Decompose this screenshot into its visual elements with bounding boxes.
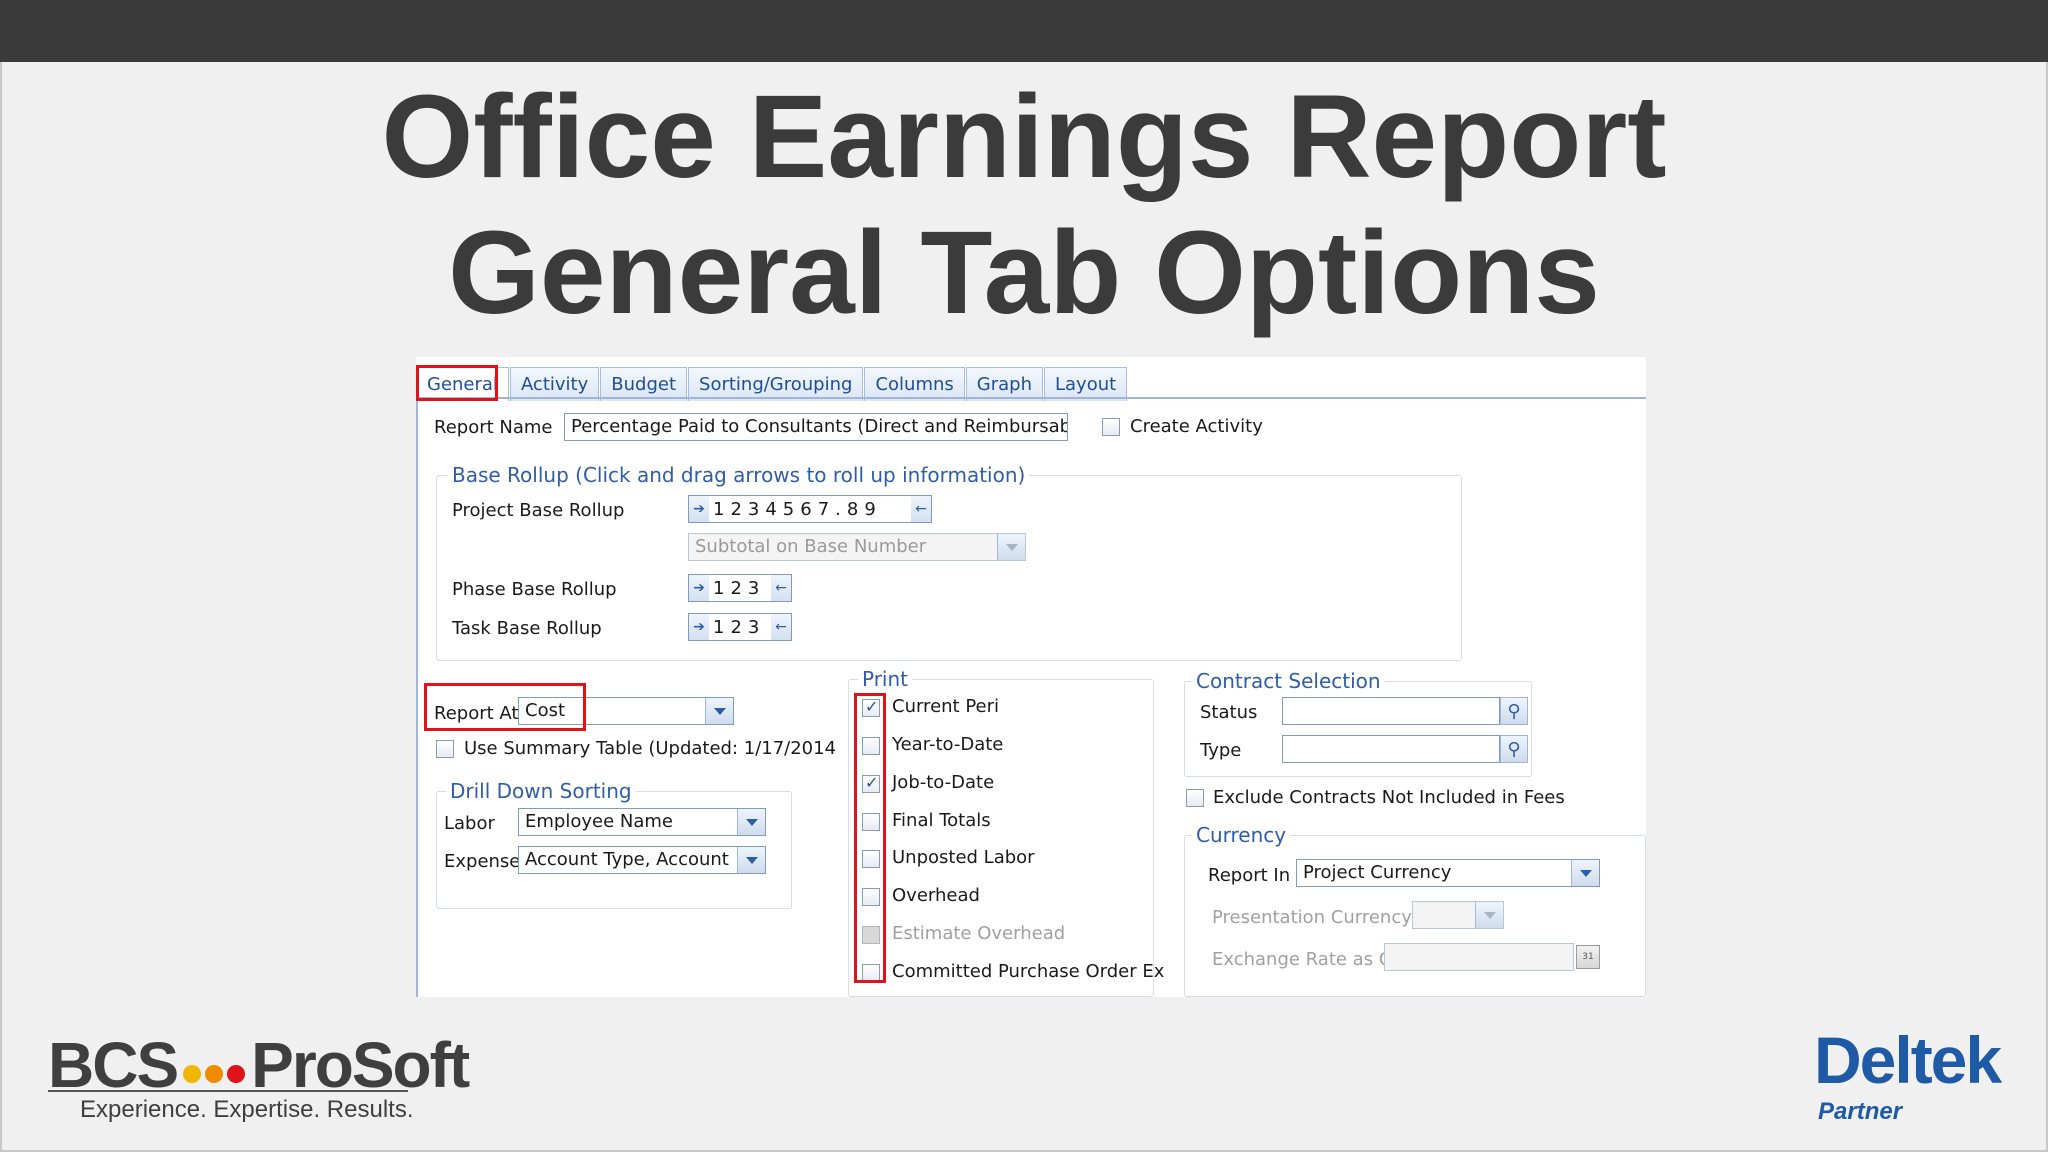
chevron-down-icon[interactable] <box>737 847 765 873</box>
report-name-input[interactable]: Percentage Paid to Consultants (Direct a… <box>564 413 1068 441</box>
subtotal-base-number-text: Subtotal on Base Number <box>695 536 927 557</box>
rollup-right-arrow-icon[interactable]: ← <box>911 496 931 522</box>
contract-status-input[interactable] <box>1282 697 1500 725</box>
exchange-rate-label: Exchange Rate as Of <box>1212 949 1400 970</box>
subtotal-base-number-select: Subtotal on Base Number <box>688 533 1026 561</box>
contract-type-label: Type <box>1200 740 1242 761</box>
print-unposted-labor-label: Unposted Labor <box>892 847 1035 868</box>
tab-budget[interactable]: Budget <box>600 367 688 401</box>
chevron-down-icon[interactable] <box>705 698 733 724</box>
print-group <box>848 679 1154 997</box>
use-summary-table-checkbox[interactable] <box>436 740 454 758</box>
labor-label: Labor <box>444 813 495 834</box>
chevron-down-icon <box>997 534 1025 560</box>
expense-value: Account Type, Account <box>525 849 729 870</box>
tab-graph[interactable]: Graph <box>965 367 1043 401</box>
print-title: Print <box>858 667 913 691</box>
print-estimate-overhead-label: Estimate Overhead <box>892 923 1066 944</box>
rollup-right-arrow-icon[interactable]: ← <box>771 575 791 601</box>
logo-dot-yellow <box>183 1065 202 1083</box>
report-options-dialog: General Activity Budget Sorting/Grouping… <box>416 357 1646 997</box>
logo-dot-red <box>227 1065 246 1083</box>
phase-base-rollup-label: Phase Base Rollup <box>452 579 617 600</box>
print-current-period-label: Current Peri <box>892 696 1000 717</box>
top-bar <box>0 0 2048 62</box>
project-rollup-digits: 1234567.89 <box>713 498 882 520</box>
tab-layout[interactable]: Layout <box>1043 367 1128 401</box>
bcs-tagline: Experience. Expertise. Results. <box>80 1096 414 1123</box>
tab-activity[interactable]: Activity <box>509 367 600 401</box>
rollup-left-arrow-icon[interactable]: ➔ <box>689 496 709 522</box>
exclude-contracts-label: Exclude Contracts Not Included in Fees <box>1213 787 1565 808</box>
print-committed-po-label: Committed Purchase Order Ex <box>892 961 1165 982</box>
use-summary-table-label: Use Summary Table (Updated: 1/17/2014 <box>464 738 837 759</box>
exclude-contracts-checkbox[interactable] <box>1186 789 1204 807</box>
report-in-select[interactable]: Project Currency <box>1296 859 1600 887</box>
task-base-rollup-control[interactable]: ➔ 123 ← <box>688 613 792 641</box>
chevron-down-icon[interactable] <box>1571 860 1599 886</box>
bcs-logo-dots <box>183 1065 246 1083</box>
rollup-left-arrow-icon[interactable]: ➔ <box>689 614 709 640</box>
contract-selection-title: Contract Selection <box>1192 669 1385 693</box>
panel-left-border <box>416 399 418 997</box>
presentation-currency-select <box>1412 901 1504 929</box>
report-in-label: Report In <box>1208 865 1291 886</box>
logo-dot-orange <box>205 1065 224 1083</box>
task-rollup-digits: 123 <box>713 616 766 638</box>
create-activity-label: Create Activity <box>1130 416 1263 437</box>
rollup-left-arrow-icon[interactable]: ➔ <box>689 575 709 601</box>
task-base-rollup-label: Task Base Rollup <box>452 618 602 639</box>
project-base-rollup-label: Project Base Rollup <box>452 500 625 521</box>
print-final-totals-label: Final Totals <box>892 810 991 831</box>
tab-divider <box>416 397 1646 399</box>
print-job-to-date-label: Job-to-Date <box>892 772 995 793</box>
slide-title-line-1: Office Earnings Report <box>381 71 1667 203</box>
currency-title: Currency <box>1192 823 1291 847</box>
print-checkboxes-highlight <box>854 693 886 983</box>
exchange-rate-date-input <box>1384 943 1574 971</box>
print-year-to-date-label: Year-to-Date <box>892 734 1004 755</box>
rollup-right-arrow-icon[interactable]: ← <box>771 614 791 640</box>
chevron-down-icon[interactable] <box>737 809 765 835</box>
presentation-currency-label: Presentation Currency <box>1212 907 1412 928</box>
phase-rollup-digits: 123 <box>713 577 766 599</box>
base-rollup-title: Base Rollup (Click and drag arrows to ro… <box>448 463 1030 487</box>
print-overhead-label: Overhead <box>892 885 980 906</box>
report-at-highlight <box>424 683 586 731</box>
slide-title-line-2: General Tab Options <box>448 207 1600 339</box>
bcs-logo-rule <box>48 1090 408 1092</box>
calendar-icon: 31 <box>1576 945 1600 969</box>
phase-base-rollup-control[interactable]: ➔ 123 ← <box>688 574 792 602</box>
contract-type-input[interactable] <box>1282 735 1500 763</box>
chevron-down-icon <box>1475 902 1503 928</box>
tab-sorting-grouping[interactable]: Sorting/Grouping <box>688 367 864 401</box>
expense-select[interactable]: Account Type, Account <box>518 846 766 874</box>
report-name-label: Report Name <box>434 417 553 438</box>
labor-value: Employee Name <box>525 811 673 832</box>
deltek-partner-label: Partner <box>1818 1098 1903 1125</box>
project-base-rollup-control[interactable]: ➔ 1234567.89 ← <box>688 495 932 523</box>
tab-columns[interactable]: Columns <box>864 367 965 401</box>
deltek-logo: Deltek <box>1814 1023 2002 1097</box>
contract-status-label: Status <box>1200 702 1258 723</box>
report-in-value: Project Currency <box>1303 862 1452 883</box>
create-activity-checkbox[interactable] <box>1102 418 1120 436</box>
drill-down-sorting-title: Drill Down Sorting <box>446 779 636 803</box>
search-icon[interactable]: ⚲ <box>1500 735 1528 763</box>
expense-label: Expense <box>444 851 521 872</box>
labor-select[interactable]: Employee Name <box>518 808 766 836</box>
search-icon[interactable]: ⚲ <box>1500 697 1528 725</box>
general-tab-highlight <box>416 365 498 401</box>
